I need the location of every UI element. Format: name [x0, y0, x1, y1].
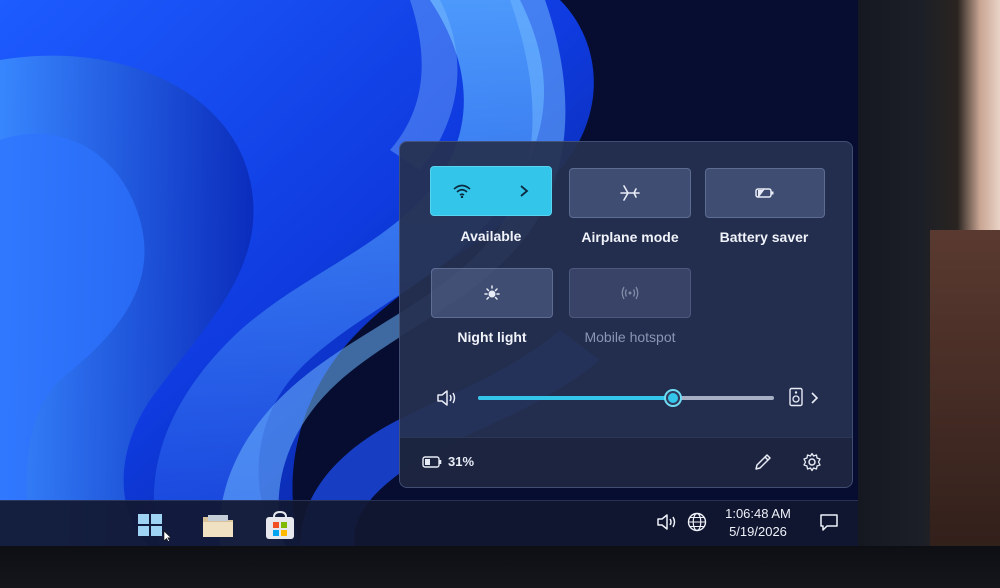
- volume-slider-fill: [478, 396, 674, 400]
- laptop-bezel-bottom: [0, 546, 1000, 588]
- chevron-right-icon[interactable]: [810, 391, 820, 405]
- pencil-icon[interactable]: [753, 452, 773, 472]
- battery-saver-icon: [755, 188, 774, 198]
- night-light-icon: [484, 285, 500, 300]
- globe-icon[interactable]: [686, 511, 708, 533]
- tile-label-airplane: Airplane mode: [581, 229, 679, 245]
- audio-output-icon[interactable]: [788, 387, 804, 407]
- volume-slider-row: [400, 380, 852, 416]
- store-button[interactable]: [262, 509, 298, 541]
- mobile-hotspot-icon: [621, 286, 639, 300]
- battery-icon[interactable]: [422, 455, 442, 469]
- tile-label-night-light: Night light: [457, 329, 527, 345]
- airplane-icon: [620, 185, 640, 201]
- file-explorer-button[interactable]: [200, 509, 236, 541]
- volume-slider-thumb[interactable]: [664, 389, 683, 407]
- notification-icon[interactable]: [818, 511, 840, 533]
- folder-icon: [203, 515, 233, 537]
- store-icon: [266, 510, 294, 539]
- tile-label-battery-saver: Battery saver: [719, 229, 809, 245]
- taskbar: 1:06:48 AM 5/19/2026: [0, 500, 858, 546]
- quick-settings-flyout: Available Airplane mode Battery saver Ni…: [399, 141, 853, 488]
- screen: Available Airplane mode Battery saver Ni…: [0, 0, 858, 546]
- gear-icon[interactable]: [802, 452, 822, 472]
- volume-slider-track[interactable]: [478, 389, 774, 407]
- mobile-hotspot-tile[interactable]: [569, 268, 691, 318]
- taskbar-clock[interactable]: 1:06:48 AM 5/19/2026: [716, 505, 800, 541]
- clock-time: 1:06:48 AM: [725, 506, 791, 521]
- wifi-icon: [453, 184, 471, 198]
- quick-settings-footer: 31%: [400, 437, 852, 487]
- start-button[interactable]: [134, 509, 172, 543]
- speaker-icon[interactable]: [435, 388, 459, 408]
- taskbar-speaker-icon[interactable]: [655, 512, 679, 532]
- clock-date: 5/19/2026: [729, 524, 787, 539]
- background-desk: [930, 230, 1000, 588]
- chevron-right-icon[interactable]: [519, 184, 529, 198]
- airplane-mode-tile[interactable]: [569, 168, 691, 218]
- tile-label-wifi: Available: [460, 228, 522, 244]
- night-light-tile[interactable]: [431, 268, 553, 318]
- battery-saver-tile[interactable]: [705, 168, 825, 218]
- tile-label-mobile-hotspot: Mobile hotspot: [584, 329, 676, 345]
- wifi-toggle-tile[interactable]: [430, 166, 552, 216]
- windows-start-icon: [138, 514, 172, 543]
- battery-percentage: 31%: [448, 454, 475, 469]
